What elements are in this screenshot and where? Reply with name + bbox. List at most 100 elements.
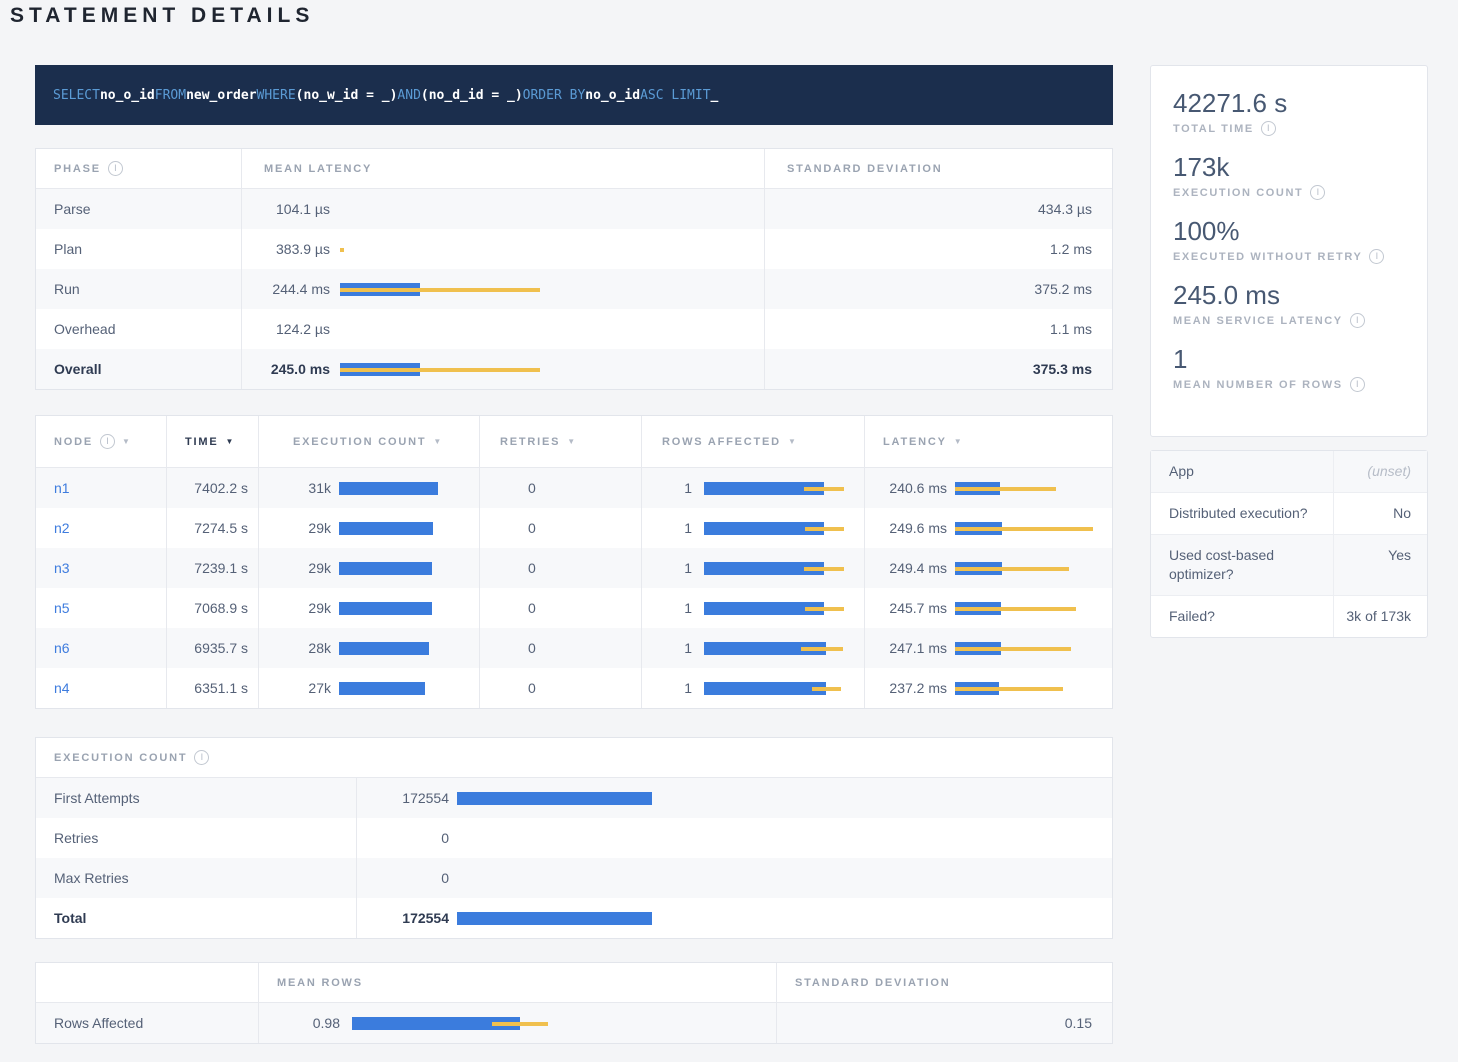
sql-token: AND: [397, 88, 420, 103]
rows-affected-value: 1: [642, 480, 692, 496]
info-icon[interactable]: i: [100, 434, 115, 449]
rows-affected-empty-header: [36, 963, 258, 1002]
latency-value: 240.6 ms: [865, 480, 947, 496]
stat-label-text: Executed without Retry: [1173, 251, 1362, 263]
sql-statement-bar: SELECT no_o_id FROM new_order WHERE (no_…: [35, 65, 1113, 125]
latency-value: 249.4 ms: [865, 560, 947, 576]
info-icon[interactable]: i: [1261, 121, 1276, 136]
retries-column-header[interactable]: Retries ▼: [479, 416, 641, 467]
sql-token: SELECT: [53, 88, 100, 103]
statement-details-page: STATEMENT DETAILS SELECT no_o_id FROM ne…: [0, 0, 1458, 1062]
stat-label: Execution Count i: [1173, 185, 1411, 200]
retries-value: 0: [480, 560, 536, 576]
latency-column-header[interactable]: Latency ▼: [864, 416, 1112, 467]
stat-label-text: Execution Count: [1173, 187, 1303, 199]
exec-row-label: Retries: [36, 818, 356, 858]
node-retries-cell: 0: [479, 668, 641, 708]
latency-value: 237.2 ms: [865, 680, 947, 696]
info-icon[interactable]: i: [1369, 249, 1384, 264]
standard-deviation-value: 434.3 µs: [764, 189, 1112, 229]
exec-row-value-cell: 0: [356, 818, 1112, 858]
node-row: n4 6351.1 s 27k 0 1 237.2 ms: [36, 668, 1112, 708]
exec-row-label: Max Retries: [36, 858, 356, 898]
info-icon[interactable]: i: [1310, 185, 1325, 200]
node-time-value: 6351.1 s: [166, 668, 258, 708]
phase-name: Overall: [36, 349, 241, 389]
phase-column-header: Phase i: [36, 149, 241, 188]
retries-header-label: Retries: [500, 436, 560, 448]
rows-affected-row-label: Rows Affected: [36, 1003, 258, 1043]
rows-affected-table-header: Mean Rows Standard Deviation: [36, 963, 1112, 1003]
node-rows-cell: 1: [641, 468, 864, 508]
rows-affected-value: 1: [642, 600, 692, 616]
node-exec-cell: 29k: [258, 508, 479, 548]
latency-header-label: Latency: [883, 436, 947, 448]
time-header-label: Time: [185, 436, 218, 448]
exec-row-value-cell: 172554: [356, 898, 1112, 938]
exec-row-value: 0: [357, 830, 449, 846]
table-row: Plan 383.9 µs 1.2 ms: [36, 229, 1112, 269]
attribute-label: Used cost-based optimizer?: [1151, 535, 1333, 595]
time-column-header[interactable]: Time ▼: [166, 416, 258, 467]
execution-count-bar: [339, 522, 449, 535]
exec-row-label: Total: [36, 898, 356, 938]
info-icon[interactable]: i: [194, 750, 209, 765]
latency-bar: [955, 522, 1105, 535]
info-icon[interactable]: i: [108, 161, 123, 176]
attribute-value: 3k of 173k: [1333, 596, 1427, 637]
node-link[interactable]: n2: [54, 520, 70, 536]
latency-bar: [955, 602, 1105, 615]
table-row: Rows Affected 0.98 0.15: [36, 1003, 1112, 1043]
node-time-value: 7068.9 s: [166, 588, 258, 628]
rows-affected-bar: [704, 482, 854, 495]
stat-mean-service-latency: 245.0 ms Mean Service Latency i: [1173, 280, 1411, 328]
node-link[interactable]: n1: [54, 480, 70, 496]
node-row: n2 7274.5 s 29k 0 1 249.6 ms: [36, 508, 1112, 548]
rows-affected-value: 1: [642, 640, 692, 656]
mean-latency-value: 124.2 µs: [242, 321, 330, 337]
rows-affected-bar: [704, 562, 854, 575]
sort-caret-icon: ▼: [954, 437, 962, 446]
execution-count-value: 27k: [259, 680, 331, 696]
sort-caret-icon: ▼: [122, 437, 130, 446]
stat-label-text: Mean Number of Rows: [1173, 379, 1343, 391]
node-link[interactable]: n5: [54, 600, 70, 616]
node-row: n1 7402.2 s 31k 0 1 240.6 ms: [36, 468, 1112, 508]
attribute-row-cost-based-optimizer: Used cost-based optimizer? Yes: [1151, 534, 1427, 595]
node-exec-cell: 28k: [258, 628, 479, 668]
execution-count-bar: [339, 682, 449, 695]
node-row: n5 7068.9 s 29k 0 1 245.7 ms: [36, 588, 1112, 628]
stat-value: 42271.6 s: [1173, 88, 1411, 118]
node-link[interactable]: n3: [54, 560, 70, 576]
statement-attributes-table: App (unset) Distributed execution? No Us…: [1150, 450, 1428, 638]
node-latency-cell: 247.1 ms: [864, 628, 1112, 668]
mean-latency-cell: 104.1 µs: [241, 189, 764, 229]
stat-label: Total Time i: [1173, 121, 1411, 136]
node-link[interactable]: n6: [54, 640, 70, 656]
phase-name: Run: [36, 269, 241, 309]
stat-total-time: 42271.6 s Total Time i: [1173, 88, 1411, 136]
node-column-header[interactable]: Node i ▼: [36, 416, 166, 467]
info-icon[interactable]: i: [1350, 313, 1365, 328]
mean-latency-cell: 245.0 ms: [241, 349, 764, 389]
node-link[interactable]: n4: [54, 680, 70, 696]
info-icon[interactable]: i: [1350, 377, 1365, 392]
attribute-label: App: [1151, 451, 1333, 492]
retries-value: 0: [480, 600, 536, 616]
mean-latency-cell: 383.9 µs: [241, 229, 764, 269]
execution-count-column-header[interactable]: Execution Count ▼: [258, 416, 479, 467]
execution-count-value: 31k: [259, 480, 331, 496]
sql-token: ASC LIMIT: [640, 88, 710, 103]
standard-deviation-value: 375.2 ms: [764, 269, 1112, 309]
node-latency-cell: 245.7 ms: [864, 588, 1112, 628]
stat-mean-number-of-rows: 1 Mean Number of Rows i: [1173, 344, 1411, 392]
execution-count-bar: [339, 642, 449, 655]
execution-count-header-label: Execution Count: [293, 436, 426, 448]
mean-rows-header-label: Mean Rows: [277, 977, 363, 989]
attribute-row-app: App (unset): [1151, 451, 1427, 492]
mean-latency-bar: [340, 243, 550, 256]
node-rows-cell: 1: [641, 588, 864, 628]
latency-bar: [955, 482, 1105, 495]
rows-affected-column-header[interactable]: Rows Affected ▼: [641, 416, 864, 467]
table-row: Run 244.4 ms 375.2 ms: [36, 269, 1112, 309]
